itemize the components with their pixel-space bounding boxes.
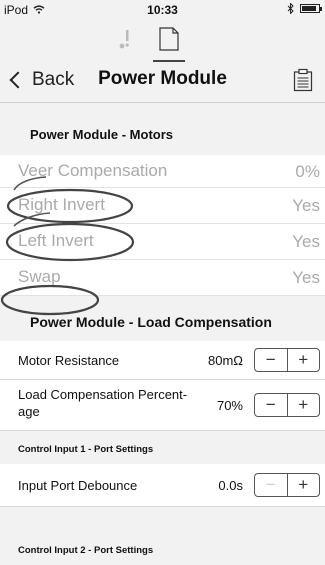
decrement-button[interactable]: − (255, 474, 288, 496)
back-button[interactable]: Back (8, 69, 74, 91)
input-port-debounce-stepper[interactable]: − + (254, 473, 320, 497)
veer-compensation-label: Veer Compensation (18, 161, 168, 180)
battery-icon (300, 4, 322, 13)
load-percentage-row: Load Compensation Percent- age 70% − + (0, 380, 325, 431)
load-section-header: Power Module - Load Compensation (0, 296, 325, 340)
motors-section-header: Power Module - Motors (0, 103, 325, 156)
increment-button[interactable]: + (288, 349, 320, 371)
decrement-button[interactable]: − (255, 394, 288, 416)
swap-label: Swap (18, 267, 61, 286)
warning-icon[interactable] (115, 28, 135, 52)
control-input-1-header: Control Input 1 - Port Settings (0, 431, 325, 464)
control-input-2-title: Control Input 2 - Port Settings (18, 545, 154, 556)
left-invert-label: Left Invert (18, 231, 94, 250)
motor-resistance-label: Motor Resistance (18, 353, 120, 368)
veer-compensation-value: 0% (295, 162, 320, 181)
status-bar: iPod 10:33 (0, 0, 325, 20)
control-input-1-title: Control Input 1 - Port Settings (18, 444, 154, 455)
motors-section-title: Power Module - Motors (30, 127, 173, 142)
load-percentage-label-continued: age (18, 404, 40, 419)
load-percentage-stepper[interactable]: − + (254, 393, 320, 417)
left-invert-value: Yes (292, 232, 320, 251)
swap-value: Yes (292, 268, 320, 287)
decrement-button[interactable]: − (255, 349, 288, 371)
control-input-2-header: Control Input 2 - Port Settings (0, 507, 325, 565)
input-port-debounce-value: 0.0s (218, 478, 243, 493)
right-invert-label: Right Invert (18, 195, 105, 214)
motor-resistance-row: Motor Resistance 80mΩ − + (0, 341, 325, 380)
load-percentage-value: 70% (216, 398, 243, 413)
motor-resistance-stepper[interactable]: − + (254, 348, 320, 372)
increment-button[interactable]: + (288, 394, 320, 416)
back-label: Back (32, 69, 75, 90)
document-icon[interactable] (150, 26, 188, 62)
right-invert-value: Yes (292, 196, 320, 215)
status-right (287, 3, 322, 14)
right-invert-row[interactable]: Right Invert Yes (0, 188, 325, 224)
left-invert-row[interactable]: Left Invert Yes (0, 224, 325, 260)
load-percentage-label: Load Compensation Percent- (18, 387, 188, 402)
top-tab-strip (0, 22, 325, 62)
input-port-debounce-label: Input Port Debounce (18, 478, 138, 493)
clock: 10:33 (147, 3, 178, 17)
load-section-title: Power Module - Load Compensation (30, 314, 272, 330)
veer-compensation-row[interactable]: Veer Compensation 0% (0, 155, 325, 188)
increment-button[interactable]: + (288, 474, 320, 496)
chevron-left-icon (9, 71, 27, 89)
input-port-debounce-row: Input Port Debounce 0.0s − + (0, 464, 325, 507)
swap-row[interactable]: Swap Yes (0, 260, 325, 296)
motor-resistance-value: 80mΩ (207, 353, 243, 368)
bluetooth-icon (287, 3, 294, 14)
navigation-bar: Back Power Module (0, 60, 325, 103)
clipboard-icon[interactable] (293, 68, 313, 92)
